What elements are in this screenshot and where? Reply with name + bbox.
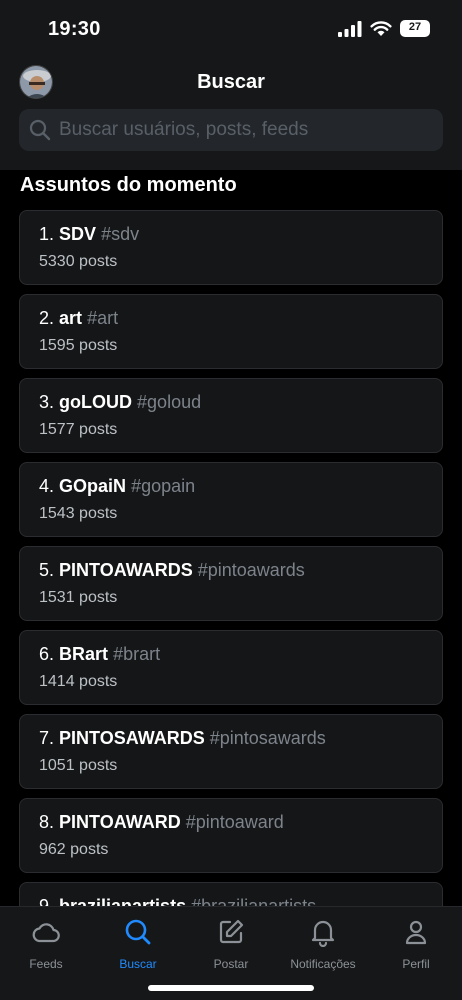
trend-heading: 2. art #art (39, 308, 442, 329)
tab-label: Postar (213, 957, 249, 971)
trend-name: PINTOSAWARDS (59, 728, 205, 748)
trend-card[interactable]: 1. SDV #sdv 5330 posts (19, 210, 443, 285)
trend-card[interactable]: 7. PINTOSAWARDS #pintosawards 1051 posts (19, 714, 443, 789)
home-indicator (148, 985, 314, 991)
trend-heading: 9. brazilianartists #brazilianartists (39, 896, 442, 906)
cloud-icon (32, 923, 60, 943)
trend-hashtag: #gopain (131, 476, 196, 496)
trend-heading: 6. BRart #brart (39, 644, 442, 665)
trend-heading: 3. goLOUD #goloud (39, 392, 442, 413)
search-input[interactable] (59, 109, 443, 151)
tab-profile[interactable]: Perfil (370, 915, 462, 975)
trend-heading: 4. GOpaiN #gopain (39, 476, 442, 497)
trend-rank: 8. (39, 812, 55, 832)
person-icon (405, 920, 427, 945)
trend-rank: 2. (39, 308, 55, 328)
tab-feeds[interactable]: Feeds (0, 915, 92, 975)
top-bar: 19:30 27 Buscar Buscar usuários, posts, … (0, 0, 462, 170)
trend-name: PINTOAWARDS (59, 560, 193, 580)
trend-heading: 8. PINTOAWARD #pintoaward (39, 812, 442, 833)
battery-icon: 27 (400, 20, 430, 37)
header: Buscar (0, 62, 462, 104)
trend-heading: 1. SDV #sdv (39, 224, 442, 245)
trend-card[interactable]: 8. PINTOAWARD #pintoaward 962 posts (19, 798, 443, 873)
trends-list: 1. SDV #sdv 5330 posts 2. art #art 1595 … (19, 210, 443, 906)
bell-icon (311, 920, 335, 947)
trend-hashtag: #pintoaward (185, 812, 284, 832)
trend-card[interactable]: 3. goLOUD #goloud 1577 posts (19, 378, 443, 453)
trend-name: SDV (59, 224, 97, 244)
trend-heading: 5. PINTOAWARDS #pintoawards (39, 560, 442, 581)
trend-rank: 5. (39, 560, 55, 580)
trend-name: GOpaiN (59, 476, 127, 496)
battery-level: 27 (408, 21, 422, 33)
trend-card[interactable]: 4. GOpaiN #gopain 1543 posts (19, 462, 443, 537)
signal-icon (338, 20, 362, 37)
trend-rank: 7. (39, 728, 55, 748)
trend-heading: 7. PINTOSAWARDS #pintosawards (39, 728, 442, 749)
trend-hashtag: #pintosawards (209, 728, 326, 748)
section-title: Assuntos do momento (20, 174, 237, 196)
trend-post-count: 1543 posts (39, 505, 118, 522)
tab-label: Perfil (402, 957, 430, 971)
trend-rank: 9. (39, 896, 55, 906)
tab-search[interactable]: Buscar (92, 915, 184, 975)
status-time: 19:30 (48, 18, 101, 40)
tab-label: Notificações (290, 957, 356, 971)
trend-hashtag: #brazilianartists (191, 896, 317, 906)
tab-label: Feeds (29, 957, 63, 971)
trend-name: BRart (59, 644, 109, 664)
trend-post-count: 1577 posts (39, 421, 118, 438)
wifi-icon (370, 20, 392, 36)
search-icon (125, 919, 151, 945)
trend-name: brazilianartists (59, 896, 187, 906)
trend-post-count: 1051 posts (39, 757, 118, 774)
trend-post-count: 1595 posts (39, 337, 118, 354)
trend-rank: 4. (39, 476, 55, 496)
trend-rank: 3. (39, 392, 55, 412)
trend-hashtag: #sdv (101, 224, 140, 244)
trend-card[interactable]: 6. BRart #brart 1414 posts (19, 630, 443, 705)
trend-name: PINTOAWARD (59, 812, 181, 832)
trend-post-count: 1531 posts (39, 589, 118, 606)
trend-rank: 1. (39, 224, 55, 244)
trend-post-count: 5330 posts (39, 253, 118, 270)
status-icons: 27 (338, 20, 430, 37)
trend-card[interactable]: 9. brazilianartists #brazilianartists (19, 882, 443, 906)
trend-post-count: 962 posts (39, 841, 109, 858)
status-bar: 19:30 27 (0, 0, 462, 60)
tab-label: Buscar (119, 957, 157, 971)
search-bar[interactable] (19, 109, 443, 151)
trend-name: art (59, 308, 83, 328)
page-title: Buscar (197, 71, 265, 93)
trend-hashtag: #brart (113, 644, 161, 664)
tab-notifications[interactable]: Notificações (277, 915, 369, 975)
trend-hashtag: #pintoawards (197, 560, 305, 580)
trend-hashtag: #art (87, 308, 119, 328)
tab-post[interactable]: Postar (185, 915, 277, 975)
trend-card[interactable]: 5. PINTOAWARDS #pintoawards 1531 posts (19, 546, 443, 621)
search-icon (29, 119, 51, 141)
trend-name: goLOUD (59, 392, 133, 412)
trend-rank: 6. (39, 644, 55, 664)
trend-hashtag: #goloud (137, 392, 202, 412)
trend-card[interactable]: 2. art #art 1595 posts (19, 294, 443, 369)
trend-post-count: 1414 posts (39, 673, 118, 690)
edit-icon (219, 919, 244, 944)
